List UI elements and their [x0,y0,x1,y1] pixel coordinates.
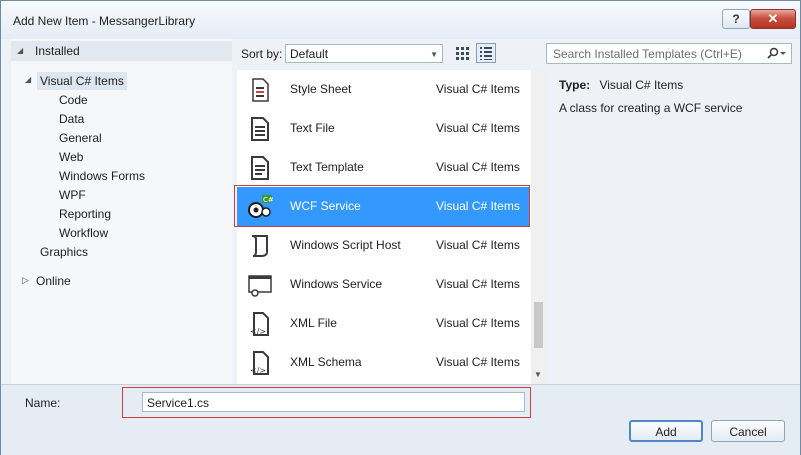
template-type-row: Type: Visual C# Items [559,78,683,92]
search-templates-box[interactable]: Search Installed Templates (Ctrl+E) [546,43,792,64]
template-category: Visual C# Items [436,121,520,135]
template-item-text-template[interactable]: Text Template Visual C# Items [237,148,530,187]
type-value: Visual C# Items [599,78,684,92]
tree-item-visual-csharp[interactable]: Visual C# Items [37,72,127,90]
tree-installed-header[interactable]: ◢ Installed [11,41,232,61]
tree-item-web[interactable]: Web [59,148,83,166]
template-item-text-file[interactable]: Text File Visual C# Items [237,109,530,148]
tree-installed-label: Installed [35,44,80,58]
name-label: Name: [25,396,61,410]
template-name: Windows Script Host [290,238,401,252]
sort-by-dropdown[interactable]: Default ▼ [285,44,443,63]
tree-item-code[interactable]: Code [59,91,88,109]
xml-schema-icon: </> [250,351,269,375]
tree-item-wpf[interactable]: WPF [59,186,86,204]
dropdown-arrow-icon: ▼ [430,50,438,59]
template-name: Text File [290,121,335,135]
template-name: XML File [290,316,337,330]
expand-triangle-icon[interactable]: ◢ [25,75,31,84]
search-placeholder: Search Installed Templates (Ctrl+E) [553,47,742,61]
add-new-item-dialog: Add New Item - MessangerLibrary ? ✕ ◢ In… [0,0,801,455]
template-list: Style Sheet Visual C# Items Text File Vi… [237,70,531,384]
tree-item-online[interactable]: Online [36,272,71,290]
tree-item-graphics[interactable]: Graphics [40,243,88,261]
template-category: Visual C# Items [436,82,520,96]
help-button[interactable]: ? [722,9,750,29]
name-highlight-box [122,387,531,418]
type-label: Type: [559,78,591,92]
tree-item-general[interactable]: General [59,129,102,147]
template-name: Text Template [290,160,364,174]
svg-text:</>: </> [250,366,266,375]
template-item-windows-service[interactable]: Windows Service Visual C# Items [237,265,530,304]
template-item-xml-schema[interactable]: </> XML Schema Visual C# Items [237,343,530,382]
template-tree: ◢ Installed ◢ Visual C# Items Code Data … [11,39,232,384]
expand-arrow-icon[interactable]: ▷ [22,275,29,286]
template-item-windows-script-host[interactable]: Windows Script Host Visual C# Items [237,226,530,265]
template-item-style-sheet[interactable]: Style Sheet Visual C# Items [237,70,530,109]
scroll-down-arrow-icon[interactable]: ▼ [534,370,542,379]
tree-item-reporting[interactable]: Reporting [59,205,111,223]
tree-item-data[interactable]: Data [59,110,84,128]
cancel-button[interactable]: Cancel [711,420,785,442]
template-category: Visual C# Items [436,355,520,369]
template-category: Visual C# Items [436,277,520,291]
add-button[interactable]: Add [629,420,703,442]
template-description: A class for creating a WCF service [559,101,743,115]
stylesheet-icon [252,78,269,102]
svg-text:</>: </> [250,327,266,336]
template-item-xml-file[interactable]: </> XML File Visual C# Items [237,304,530,343]
dialog-title: Add New Item - MessangerLibrary [13,14,196,28]
template-details-pane: Type: Visual C# Items A class for creati… [547,70,792,384]
list-view-icon [480,47,492,60]
windows-service-icon [248,275,272,297]
scrollbar-thumb[interactable] [534,302,543,348]
medium-icons-view-button[interactable] [452,43,472,63]
template-name: Style Sheet [290,82,352,96]
tree-item-workflow[interactable]: Workflow [59,224,108,242]
sort-by-value: Default [290,47,329,61]
collapse-triangle-icon[interactable]: ◢ [17,41,23,61]
template-category: Visual C# Items [436,238,520,252]
xml-file-icon: </> [250,312,269,336]
close-button[interactable]: ✕ [750,9,796,29]
search-icon[interactable] [765,47,787,61]
title-bar: Add New Item - MessangerLibrary ? ✕ [1,1,800,39]
textfile-icon [251,117,269,141]
template-list-scrollbar[interactable]: ▼ [531,70,547,384]
template-category: Visual C# Items [436,316,520,330]
tree-item-windows-forms[interactable]: Windows Forms [59,167,145,185]
list-view-button[interactable] [476,43,496,63]
template-name: XML Schema [290,355,362,369]
script-host-icon [251,235,268,257]
template-category: Visual C# Items [436,160,520,174]
grid-view-icon [456,47,469,60]
sort-by-label: Sort by: [241,47,283,61]
texttemplate-icon [251,156,269,180]
template-name: Windows Service [290,277,383,291]
selection-highlight-box [234,185,530,227]
